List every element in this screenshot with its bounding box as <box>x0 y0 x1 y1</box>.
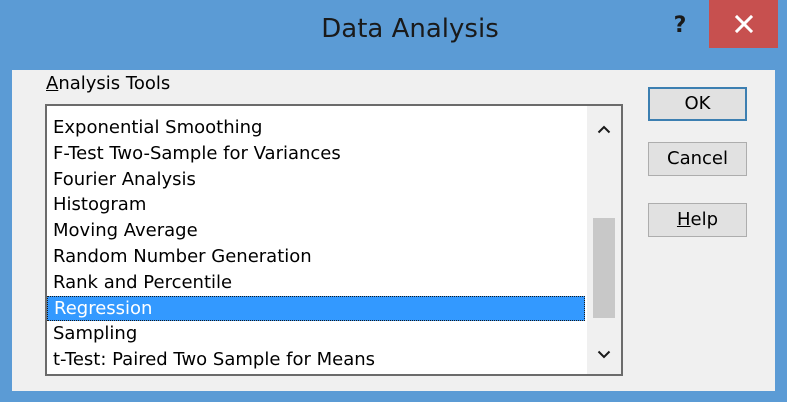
dialog-body: Analysis Tools Exponential Smoothing F-T… <box>12 70 775 391</box>
analysis-tools-listbox[interactable]: Exponential Smoothing F-Test Two-Sample … <box>45 104 623 376</box>
list-item-f-test[interactable]: F-Test Two-Sample for Variances <box>47 141 585 167</box>
list-item-random-number-generation[interactable]: Random Number Generation <box>47 244 585 270</box>
analysis-tools-label: Analysis Tools <box>46 73 170 94</box>
list-item-rank-and-percentile[interactable]: Rank and Percentile <box>47 270 585 296</box>
help-accelerator: H <box>676 209 691 230</box>
list-item-histogram[interactable]: Histogram <box>47 192 585 218</box>
chevron-down-icon <box>597 350 611 359</box>
list-item-sampling[interactable]: Sampling <box>47 321 585 347</box>
scrollbar-thumb[interactable] <box>593 217 615 318</box>
list-item-regression[interactable]: Regression <box>47 295 585 322</box>
analysis-tools-label-text: nalysis Tools <box>58 73 171 94</box>
data-analysis-dialog: Data Analysis ? Analysis Tools Exponenti… <box>0 0 787 402</box>
list-item-t-test-paired[interactable]: t-Test: Paired Two Sample for Means <box>47 347 585 373</box>
scroll-up-button[interactable] <box>587 114 621 144</box>
close-icon <box>734 14 753 34</box>
help-button[interactable]: Help <box>648 203 747 237</box>
help-button-label: elp <box>690 209 719 230</box>
close-button[interactable] <box>709 0 778 48</box>
analysis-tools-list: Exponential Smoothing F-Test Two-Sample … <box>47 115 585 373</box>
list-item-moving-average[interactable]: Moving Average <box>47 218 585 244</box>
chevron-up-icon <box>597 125 611 134</box>
list-item-fourier-analysis[interactable]: Fourier Analysis <box>47 167 585 193</box>
cancel-button[interactable]: Cancel <box>648 142 747 176</box>
vertical-scrollbar[interactable] <box>587 106 621 374</box>
analysis-tools-accelerator: A <box>46 73 59 94</box>
help-question-icon[interactable]: ? <box>665 6 695 46</box>
title-bar[interactable]: Data Analysis ? <box>0 0 787 70</box>
list-item-exponential-smoothing[interactable]: Exponential Smoothing <box>47 115 585 141</box>
scroll-down-button[interactable] <box>587 340 621 370</box>
ok-button[interactable]: OK <box>648 87 747 121</box>
